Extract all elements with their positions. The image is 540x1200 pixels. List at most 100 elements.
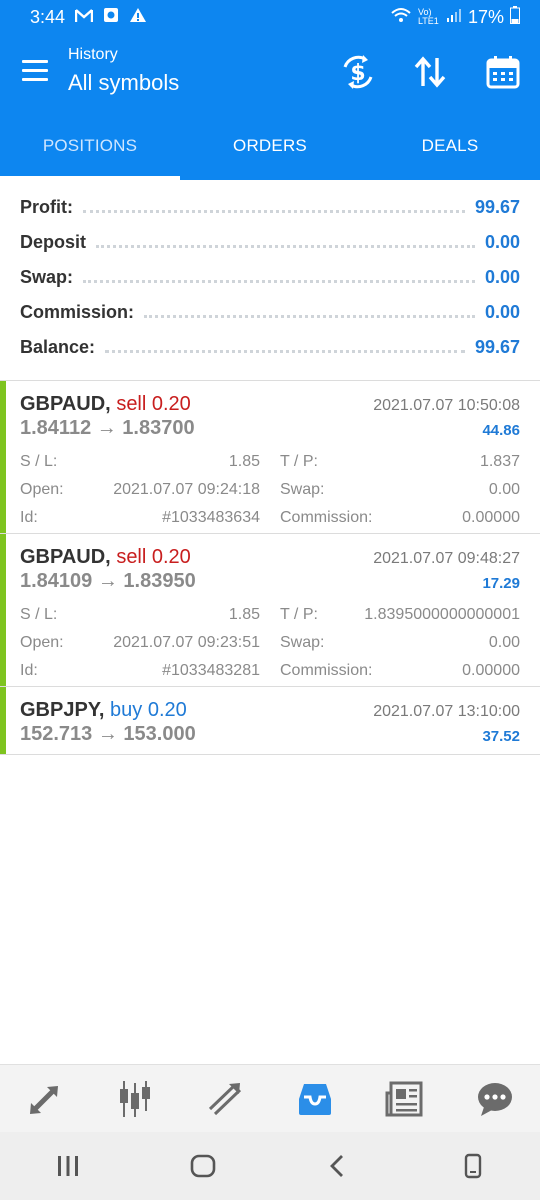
trade-icon[interactable] — [180, 1065, 270, 1132]
trade-profit: 37.52 — [482, 728, 520, 745]
system-navigation — [0, 1132, 540, 1200]
status-bar: 3:44 Vo) LTE1 17% — [0, 0, 540, 34]
trade-indicator-bar — [0, 534, 6, 686]
commission-value: 0.00000 — [462, 662, 520, 679]
id-value: #1033483281 — [162, 662, 260, 679]
tp-value: 1.837 — [479, 453, 520, 470]
warning-icon — [129, 7, 147, 28]
wifi-call-icon — [390, 7, 412, 28]
open-value: 2021.07.07 09:23:51 — [113, 634, 260, 651]
summary-value: 99.67 — [474, 197, 520, 217]
id-label: Id: — [20, 509, 38, 526]
summary-value: 99.67 — [474, 337, 520, 357]
trade-direction: sell 0.20 — [116, 546, 191, 568]
signal-icon — [446, 7, 462, 28]
summary-value: 0.00 — [484, 267, 520, 287]
trade-symbol: GBPAUD, — [20, 546, 111, 568]
trade-prices: 152.713 → 153.000 — [20, 723, 196, 745]
sl-value: 1.85 — [228, 606, 260, 623]
trade-prices: 1.84109 → 1.83950 — [20, 570, 196, 592]
trade-item[interactable]: GBPAUD, sell 0.20 2021.07.07 10:50:08 1.… — [0, 381, 540, 534]
summary-row-profit: Profit: 99.67 — [0, 190, 540, 225]
calendar-icon[interactable] — [481, 50, 525, 94]
sl-label: S / L: — [20, 606, 58, 623]
summary-value: 0.00 — [484, 232, 520, 252]
trade-time: 2021.07.07 09:48:27 — [373, 550, 520, 567]
trade-symbol: GBPJPY, — [20, 699, 105, 721]
trade-time: 2021.07.07 13:10:00 — [373, 703, 520, 720]
tab-orders[interactable]: ORDERS — [180, 112, 360, 180]
swap-label: Swap: — [280, 481, 325, 498]
screen-button[interactable] — [443, 1136, 503, 1196]
swap-value: 0.00 — [488, 634, 520, 651]
trade-header: GBPAUD, sell 0.20 — [20, 546, 191, 569]
battery-icon — [510, 5, 520, 29]
trade-header: GBPAUD, sell 0.20 — [20, 393, 191, 416]
commission-value: 0.00000 — [462, 509, 520, 526]
summary-row-swap: Swap: 0.00 — [0, 260, 540, 295]
open-label: Open: — [20, 481, 64, 498]
sl-label: S / L: — [20, 453, 58, 470]
summary-label: Commission: — [20, 302, 135, 322]
id-label: Id: — [20, 662, 38, 679]
id-value: #1033483634 — [162, 509, 260, 526]
trade-time: 2021.07.07 10:50:08 — [373, 397, 520, 414]
signal-label: Vo) LTE1 — [417, 7, 439, 26]
summary-label: Balance: — [20, 337, 96, 357]
history-icon[interactable] — [270, 1065, 360, 1132]
tp-value: 1.8395000000000001 — [364, 606, 520, 623]
trade-indicator-bar — [0, 381, 6, 533]
bottom-navigation — [0, 1064, 540, 1132]
home-button[interactable] — [173, 1136, 233, 1196]
open-label: Open: — [20, 634, 64, 651]
chat-icon[interactable] — [450, 1065, 540, 1132]
clock: 3:44 — [30, 6, 66, 27]
trade-indicator-bar — [0, 687, 6, 754]
trade-profit: 44.86 — [482, 422, 520, 439]
summary-panel: Profit: 99.67 Deposit 0.00 Swap: 0.00 Co… — [0, 190, 540, 365]
back-button[interactable] — [308, 1136, 368, 1196]
tp-label: T / P: — [280, 606, 318, 623]
trade-item[interactable]: GBPAUD, sell 0.20 2021.07.07 09:48:27 1.… — [0, 534, 540, 687]
leader-dots — [105, 350, 465, 353]
leader-dots — [144, 315, 475, 318]
summary-label: Deposit — [20, 232, 87, 252]
trade-profit: 17.29 — [482, 575, 520, 592]
swap-label: Swap: — [280, 634, 325, 651]
tp-label: T / P: — [280, 453, 318, 470]
battery-percent: 17% — [467, 6, 504, 27]
chart-icon[interactable] — [90, 1065, 180, 1132]
open-value: 2021.07.07 09:24:18 — [113, 481, 260, 498]
trade-direction: sell 0.20 — [116, 393, 191, 415]
trade-prices: 1.84112 → 1.83700 — [20, 417, 195, 439]
gmail-icon — [74, 7, 94, 28]
sl-value: 1.85 — [228, 453, 260, 470]
quotes-icon[interactable] — [0, 1065, 90, 1132]
tab-deals[interactable]: DEALS — [360, 112, 540, 180]
leader-dots — [83, 280, 475, 283]
app-bar-subtitle: History — [68, 46, 118, 63]
summary-label: Swap: — [20, 267, 74, 287]
leader-dots — [83, 210, 465, 213]
trade-item[interactable]: GBPJPY, buy 0.20 2021.07.07 13:10:00 152… — [0, 687, 540, 755]
summary-row-commission: Commission: 0.00 — [0, 295, 540, 330]
summary-row-balance: Balance: 99.67 — [0, 330, 540, 365]
menu-icon[interactable] — [22, 60, 56, 86]
news-icon[interactable] — [360, 1065, 450, 1132]
tab-positions[interactable]: POSITIONS — [0, 112, 180, 180]
summary-row-deposit: Deposit 0.00 — [0, 225, 540, 260]
app-notification-icon — [103, 7, 119, 28]
summary-value: 0.00 — [484, 302, 520, 322]
sort-icon[interactable] — [408, 50, 452, 94]
tab-bar: POSITIONS ORDERS DEALS — [0, 112, 540, 180]
currency-exchange-icon[interactable]: $ — [336, 50, 380, 94]
leader-dots — [96, 245, 475, 248]
symbol-selector[interactable]: All symbols — [68, 70, 179, 96]
summary-label: Profit: — [20, 197, 73, 217]
recent-apps-button[interactable] — [38, 1136, 98, 1196]
trade-header: GBPJPY, buy 0.20 — [20, 699, 187, 722]
trade-symbol: GBPAUD, — [20, 393, 111, 415]
commission-label: Commission: — [280, 509, 373, 526]
commission-label: Commission: — [280, 662, 373, 679]
swap-value: 0.00 — [488, 481, 520, 498]
